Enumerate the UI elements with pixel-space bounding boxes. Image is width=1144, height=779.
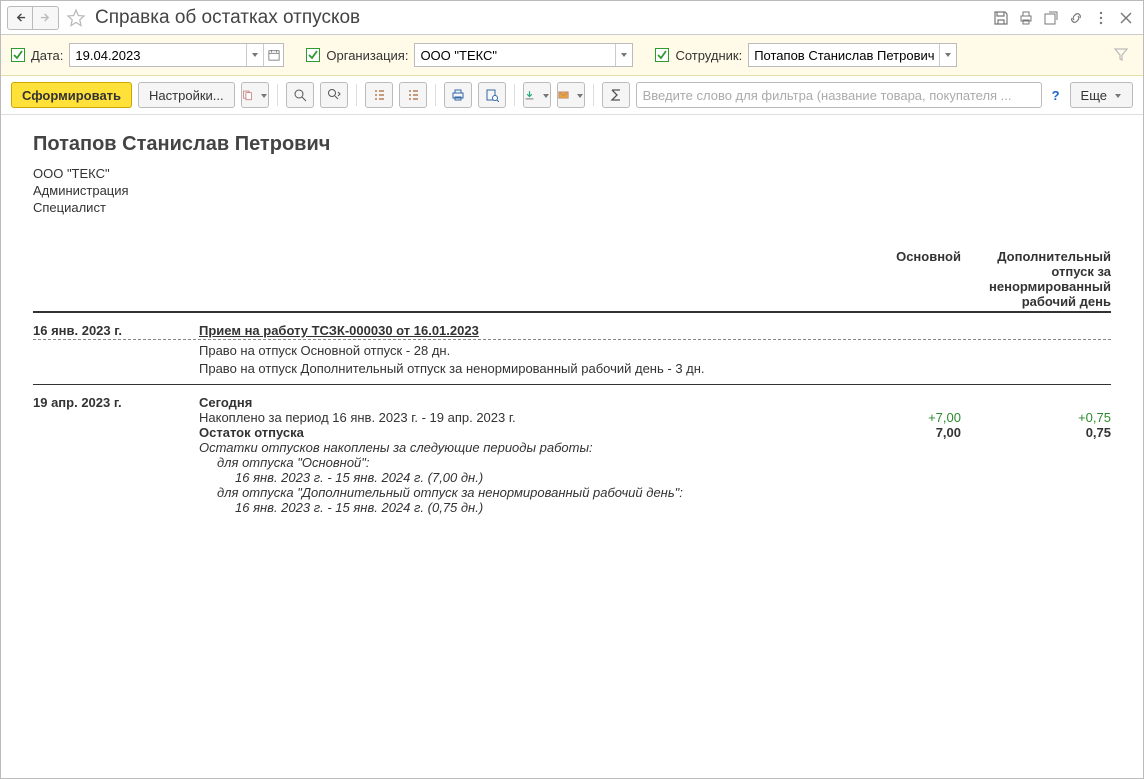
column-header-main: Основной (861, 249, 961, 311)
today-date: 19 апр. 2023 г. (33, 395, 199, 410)
report-org: ООО "ТЕКС" (33, 166, 1111, 181)
balance-value-main: 7,00 (861, 425, 961, 440)
report-post: Специалист (33, 200, 1111, 215)
balance-value-extra: 0,75 (961, 425, 1111, 440)
print-preview-button[interactable] (478, 82, 506, 108)
emp-dropdown-button[interactable] (939, 44, 956, 66)
date-label: Дата: (31, 48, 63, 63)
period-main-label: для отпуска "Основной": (217, 455, 1111, 470)
filter-bar: Дата: Организация: Сотрудник: (1, 35, 1143, 76)
print-button[interactable] (444, 82, 472, 108)
find-button[interactable] (286, 82, 314, 108)
save-disk-icon[interactable] (990, 7, 1012, 29)
period-main-range: 16 янв. 2023 г. - 15 янв. 2024 г. (7,00 … (235, 470, 1111, 485)
run-report-button[interactable]: Сформировать (11, 82, 132, 108)
accrued-label: Накоплено за период 16 янв. 2023 г. - 19… (199, 410, 861, 425)
collapse-all-button[interactable] (399, 82, 427, 108)
accrued-value-extra: +0,75 (961, 410, 1111, 425)
send-mail-button[interactable] (557, 82, 585, 108)
help-button[interactable]: ? (1048, 88, 1064, 103)
hire-right-extra: Право на отпуск Дополнительный отпуск за… (199, 361, 1111, 376)
emp-checkbox[interactable] (655, 48, 669, 62)
date-calendar-button[interactable] (263, 44, 283, 66)
org-input[interactable] (415, 44, 615, 66)
accrued-value-main: +7,00 (861, 410, 961, 425)
save-as-button[interactable] (523, 82, 551, 108)
column-header-extra: Дополнительный отпуск за ненормированный… (961, 249, 1111, 311)
period-extra-label: для отпуска "Дополнительный отпуск за не… (217, 485, 1111, 500)
expand-all-button[interactable] (365, 82, 393, 108)
emp-label: Сотрудник: (675, 48, 742, 63)
more-actions-label: Еще (1081, 88, 1107, 103)
settings-button-label: Настройки... (149, 88, 224, 103)
find-next-button[interactable] (320, 82, 348, 108)
hire-date: 16 янв. 2023 г. (33, 323, 199, 338)
window-title: Справка об остатках отпусков (95, 7, 360, 29)
report-employee-title: Потапов Станислав Петрович (33, 133, 1111, 156)
period-extra-range: 16 янв. 2023 г. - 15 янв. 2024 г. (0,75 … (235, 500, 1111, 515)
org-label: Организация: (326, 48, 408, 63)
report-viewport[interactable]: Потапов Станислав Петрович ООО "ТЕКС" Ад… (1, 115, 1143, 778)
report-body: Потапов Станислав Петрович ООО "ТЕКС" Ад… (5, 125, 1129, 741)
favorite-star-icon[interactable] (66, 8, 86, 28)
today-label: Сегодня (199, 395, 1111, 410)
nav-forward-button[interactable] (33, 6, 59, 30)
close-icon[interactable] (1115, 7, 1137, 29)
settings-button[interactable]: Настройки... (138, 82, 235, 108)
filter-search-input[interactable] (636, 82, 1042, 108)
org-checkbox[interactable] (306, 48, 320, 62)
toolbar: Сформировать Настройки... (1, 76, 1143, 115)
date-dropdown-button[interactable] (246, 44, 263, 66)
print-icon[interactable] (1015, 7, 1037, 29)
sum-button[interactable] (602, 82, 630, 108)
link-icon[interactable] (1065, 7, 1087, 29)
report-dept: Администрация (33, 183, 1111, 198)
emp-input[interactable] (749, 44, 939, 66)
nav-back-button[interactable] (7, 6, 33, 30)
periods-heading: Остатки отпусков накоплены за следующие … (199, 440, 1111, 455)
more-actions-button[interactable]: Еще (1070, 82, 1133, 108)
hire-right-main: Право на отпуск Основной отпуск - 28 дн. (199, 343, 1111, 358)
filter-funnel-icon[interactable] (1113, 46, 1129, 65)
date-checkbox[interactable] (11, 48, 25, 62)
hire-document-link[interactable]: Прием на работу ТСЗК-000030 от 16.01.202… (199, 323, 1111, 338)
date-input[interactable] (70, 44, 246, 66)
balance-label: Остаток отпуска (199, 425, 861, 440)
variants-button[interactable] (241, 82, 269, 108)
org-dropdown-button[interactable] (615, 44, 632, 66)
more-menu-icon[interactable] (1090, 7, 1112, 29)
new-window-icon[interactable] (1040, 7, 1062, 29)
